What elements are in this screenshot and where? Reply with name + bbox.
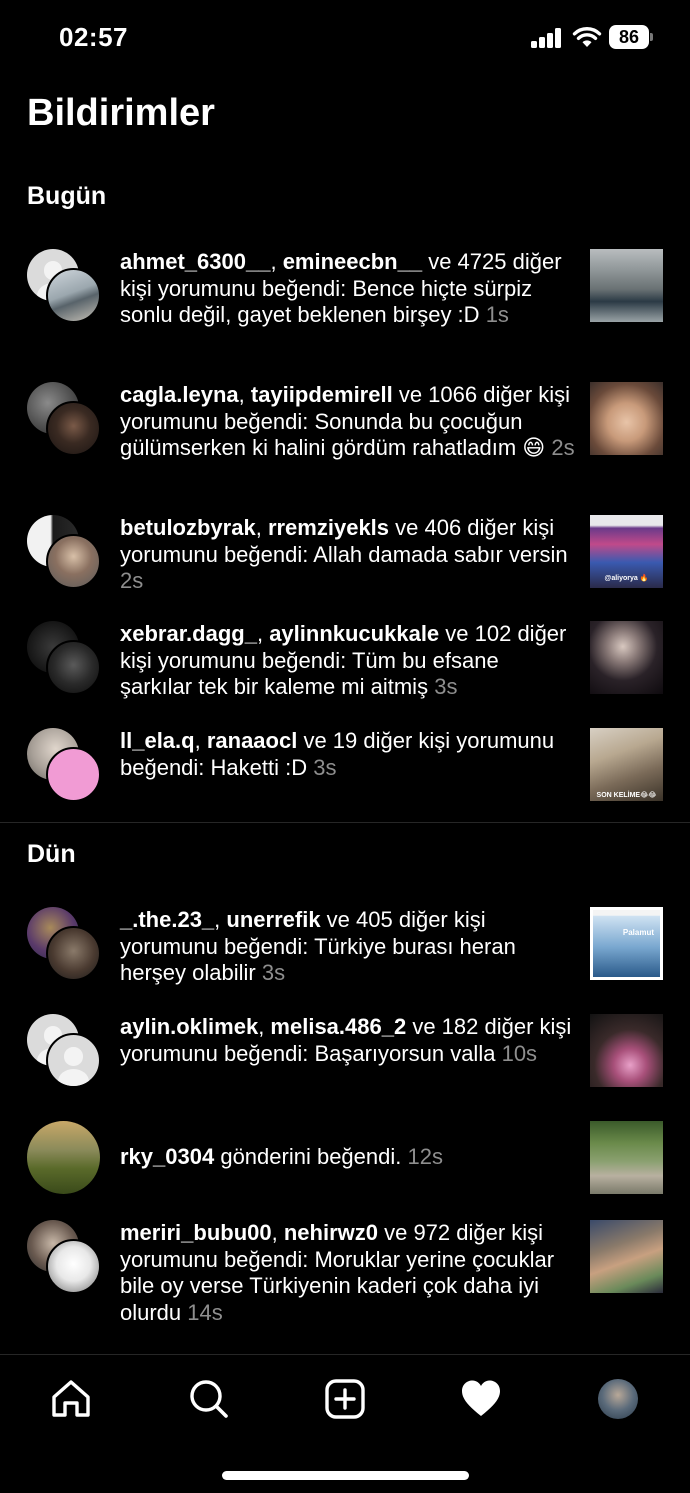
post-thumbnail[interactable]: [590, 1220, 663, 1293]
avatar: [46, 268, 101, 323]
status-bar: 02:57 86: [0, 0, 690, 76]
profile-tab[interactable]: [598, 1379, 638, 1419]
activity-tab[interactable]: [459, 1377, 503, 1421]
post-thumbnail[interactable]: [590, 1121, 663, 1194]
avatar-stack[interactable]: [27, 728, 101, 802]
username[interactable]: melisa.486_2: [270, 1014, 406, 1039]
thumbnail-caption: SON KELİME😂😂: [596, 792, 657, 799]
username[interactable]: ll_ela.q: [120, 728, 195, 753]
avatar-stack[interactable]: [27, 382, 101, 456]
avatar-stack[interactable]: [27, 1121, 101, 1195]
username[interactable]: tayiipdemirell: [251, 382, 393, 407]
username[interactable]: ranaaocl: [207, 728, 298, 753]
notification-time: 10s: [501, 1040, 538, 1066]
username[interactable]: xebrar.dagg_: [120, 621, 257, 646]
avatar-stack[interactable]: [27, 515, 101, 589]
username[interactable]: aylin.oklimek: [120, 1014, 258, 1039]
home-icon: [52, 1380, 90, 1417]
notification-time: 3s: [434, 674, 458, 700]
section-title-today: Bugün: [27, 182, 107, 210]
avatar-stack[interactable]: [27, 907, 101, 981]
post-thumbnail[interactable]: Palamut: [590, 907, 663, 980]
post-thumbnail[interactable]: @aliyorya 🔥: [590, 515, 663, 588]
home-tab[interactable]: [49, 1377, 93, 1421]
heart-icon: [462, 1380, 500, 1416]
notification-text: rky_0304 gönderini beğendi. 12s: [120, 1144, 575, 1171]
notification-time: 14s: [187, 1299, 223, 1325]
notification-text: cagla.leyna, tayiipdemirell ve 1066 diğe…: [120, 382, 575, 461]
username[interactable]: aylinnkucukkale: [269, 621, 439, 646]
notification-text: betulozbyrak, rremziyekls ve 406 diğer k…: [120, 515, 568, 594]
avatar: [27, 1121, 100, 1194]
username[interactable]: unerrefik: [226, 907, 320, 932]
section-title-yesterday: Dün: [27, 840, 76, 868]
thumbnail-caption: @aliyorya 🔥: [604, 575, 649, 582]
home-indicator[interactable]: [222, 1471, 469, 1480]
page-title: Bildirimler: [27, 92, 215, 134]
post-thumbnail[interactable]: [590, 249, 663, 322]
username[interactable]: nehirwz0: [284, 1220, 378, 1245]
cellular-signal-icon: [531, 28, 563, 48]
avatar-stack[interactable]: [27, 1014, 101, 1088]
notification-message: gönderini beğendi.: [214, 1144, 402, 1169]
username[interactable]: cagla.leyna: [120, 382, 239, 407]
notification-time: 2s: [551, 435, 575, 461]
create-tab[interactable]: [323, 1377, 367, 1421]
notification-text: ll_ela.q, ranaaocl ve 19 diğer kişi yoru…: [120, 728, 555, 780]
avatar-stack[interactable]: [27, 621, 101, 695]
battery-icon: 86: [609, 25, 653, 49]
avatar: [46, 401, 101, 456]
notification-text: _.the.23_, unerrefik ve 405 diğer kişi y…: [120, 907, 516, 986]
notifications-screen: 02:57 86 Bildirimler Bugün ahmet_6300__,…: [0, 0, 690, 1493]
avatar: [46, 1033, 101, 1088]
username[interactable]: betulozbyrak: [120, 515, 256, 540]
username[interactable]: rky_0304: [120, 1144, 214, 1169]
notification-time: 3s: [261, 960, 286, 986]
avatar-stack[interactable]: [27, 249, 101, 323]
battery-level: 86: [609, 25, 649, 49]
username[interactable]: rremziyekls: [268, 515, 389, 540]
notification-time: 2s: [120, 568, 144, 594]
avatar: [46, 926, 101, 981]
username[interactable]: _.the.23_: [120, 907, 214, 932]
avatar: [46, 1239, 101, 1294]
post-thumbnail[interactable]: [590, 621, 663, 694]
notification-time: 12s: [407, 1144, 443, 1169]
notification-text: aylin.oklimek, melisa.486_2 ve 182 diğer…: [120, 1014, 572, 1066]
notification-text: meriri_bubu00, nehirwz0 ve 972 diğer kiş…: [120, 1220, 555, 1325]
create-icon: [325, 1379, 365, 1419]
search-icon: [190, 1380, 228, 1418]
post-thumbnail[interactable]: [590, 382, 663, 455]
avatar-stack[interactable]: [27, 1220, 101, 1294]
notification-text: ahmet_6300__, emineecbn__ ve 4725 diğer …: [120, 249, 562, 328]
avatar: [46, 534, 101, 589]
username[interactable]: emineecbn__: [283, 249, 422, 274]
username[interactable]: ahmet_6300__: [120, 249, 270, 274]
post-thumbnail[interactable]: SON KELİME😂😂: [590, 728, 663, 801]
thumbnail-caption: Palamut: [622, 928, 654, 937]
status-time: 02:57: [59, 22, 128, 52]
search-tab[interactable]: [187, 1377, 231, 1421]
notification-time: 3s: [313, 754, 337, 780]
notification-time: 1s: [485, 302, 509, 328]
avatar: [46, 640, 101, 695]
avatar: [46, 747, 101, 802]
notification-text: xebrar.dagg_, aylinnkucukkale ve 102 diğ…: [120, 621, 567, 700]
post-thumbnail[interactable]: [590, 1014, 663, 1087]
section-divider: [0, 822, 690, 823]
username[interactable]: meriri_bubu00: [120, 1220, 272, 1245]
wifi-icon: [572, 25, 602, 49]
